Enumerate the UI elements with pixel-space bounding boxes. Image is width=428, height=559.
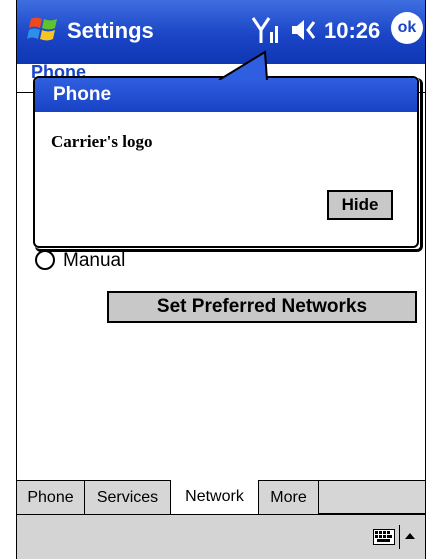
- device-screen: Settings 10:26 ok Phone Manual Set Prefe…: [16, 0, 426, 559]
- windows-start-icon[interactable]: [27, 14, 59, 44]
- tab-network[interactable]: Network: [171, 480, 259, 514]
- menu-separator: [399, 525, 400, 549]
- app-title: Settings: [67, 18, 154, 43]
- bubble-title: Phone: [35, 78, 417, 112]
- tab-phone[interactable]: Phone: [17, 481, 85, 514]
- hide-button[interactable]: Hide: [327, 190, 393, 220]
- signal-icon[interactable]: [252, 14, 282, 46]
- bubble-message: Carrier's logo: [51, 132, 153, 151]
- volume-icon[interactable]: [288, 16, 318, 44]
- tab-filler: [319, 481, 425, 514]
- menu-bar: [17, 514, 425, 559]
- manual-radio[interactable]: [35, 250, 55, 270]
- tab-services[interactable]: Services: [85, 481, 171, 514]
- manual-radio-label[interactable]: Manual: [63, 250, 125, 272]
- bubble-pointer: [218, 50, 268, 80]
- tab-more[interactable]: More: [259, 481, 319, 514]
- up-arrow-icon[interactable]: [405, 531, 415, 541]
- tab-strip: Phone Services Network More: [17, 480, 425, 514]
- ok-button[interactable]: ok: [391, 12, 423, 44]
- keyboard-icon[interactable]: [373, 529, 395, 545]
- clock[interactable]: 10:26: [324, 18, 380, 44]
- set-preferred-networks-button[interactable]: Set Preferred Networks: [107, 291, 417, 323]
- notification-bubble: Phone Carrier's logo Hide: [33, 76, 419, 248]
